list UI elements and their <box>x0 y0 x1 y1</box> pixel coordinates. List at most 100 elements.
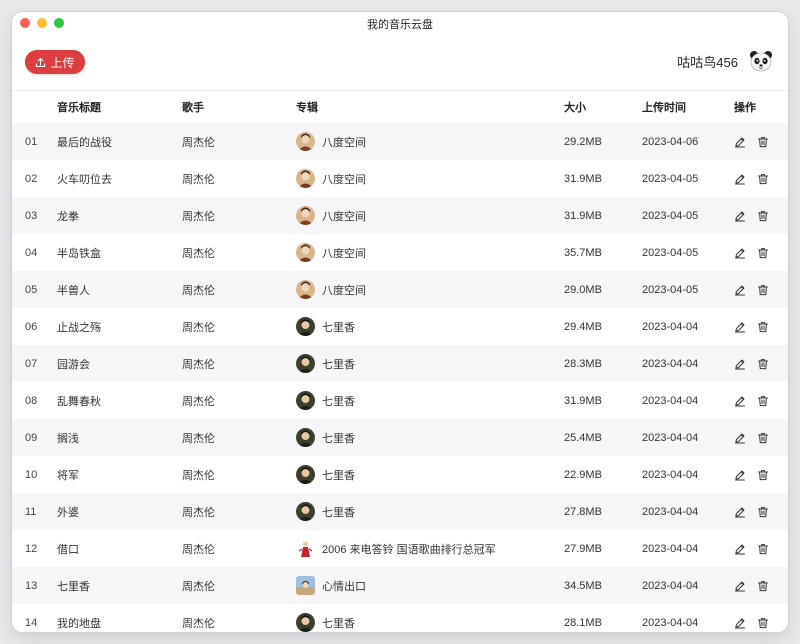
file-size: 35.7MB <box>564 246 602 259</box>
row-number: 13 <box>25 579 38 592</box>
table-row[interactable]: 07 园游会 周杰伦 七里香 28.3MB 2023-04-04 <box>12 345 788 382</box>
trash-icon[interactable] <box>757 173 769 185</box>
header-singer[interactable]: 歌手 <box>182 91 204 123</box>
singer-name: 周杰伦 <box>182 617 215 630</box>
table-row[interactable]: 08 乱舞春秋 周杰伦 七里香 31.9MB 2023-04-04 <box>12 382 788 419</box>
row-number: 05 <box>25 283 38 296</box>
singer-name: 周杰伦 <box>182 136 215 149</box>
trash-icon[interactable] <box>757 506 769 518</box>
edit-icon[interactable] <box>734 543 746 555</box>
title-bar: 我的音乐云盘 <box>12 12 788 34</box>
row-number: 10 <box>25 468 38 481</box>
table-row[interactable]: 06 止战之殇 周杰伦 七里香 29.4MB 2023-04-04 <box>12 308 788 345</box>
trash-icon[interactable] <box>757 543 769 555</box>
singer-name: 周杰伦 <box>182 543 215 556</box>
header-size[interactable]: 大小 <box>564 91 586 123</box>
song-title[interactable]: 将军 <box>57 456 79 493</box>
table-body: 01 最后的战役 周杰伦 八度空间 29.2MB 2023-04-06 02 火… <box>12 123 788 632</box>
window-title: 我的音乐云盘 <box>367 19 433 31</box>
upload-button-label: 上传 <box>50 55 75 70</box>
header-date[interactable]: 上传时间 <box>642 91 686 123</box>
trash-icon[interactable] <box>757 136 769 148</box>
edit-icon[interactable] <box>734 284 746 296</box>
row-number: 12 <box>25 542 38 555</box>
trash-icon[interactable] <box>757 284 769 296</box>
song-title[interactable]: 搁浅 <box>57 419 79 456</box>
song-title[interactable]: 止战之殇 <box>57 308 101 345</box>
song-title[interactable]: 乱舞春秋 <box>57 382 101 419</box>
row-actions <box>734 234 769 271</box>
singer-name: 周杰伦 <box>182 580 215 593</box>
edit-icon[interactable] <box>734 358 746 370</box>
song-title[interactable]: 我的地盘 <box>57 604 101 632</box>
table-row[interactable]: 03 龙拳 周杰伦 八度空间 31.9MB 2023-04-05 <box>12 197 788 234</box>
trash-icon[interactable] <box>757 580 769 592</box>
edit-icon[interactable] <box>734 432 746 444</box>
album-cell: 八度空间 <box>296 271 366 308</box>
edit-icon[interactable] <box>734 173 746 185</box>
trash-icon[interactable] <box>757 432 769 444</box>
table-row[interactable]: 04 半岛铁盒 周杰伦 八度空间 35.7MB 2023-04-05 <box>12 234 788 271</box>
trash-icon[interactable] <box>757 395 769 407</box>
trash-icon[interactable] <box>757 617 769 629</box>
upload-date: 2023-04-04 <box>642 579 699 592</box>
row-actions <box>734 604 769 632</box>
edit-icon[interactable] <box>734 469 746 481</box>
trash-icon[interactable] <box>757 469 769 481</box>
edit-icon[interactable] <box>734 580 746 592</box>
table-row[interactable]: 09 搁浅 周杰伦 七里香 25.4MB 2023-04-04 <box>12 419 788 456</box>
upload-date: 2023-04-05 <box>642 172 699 185</box>
table-row[interactable]: 10 将军 周杰伦 七里香 22.9MB 2023-04-04 <box>12 456 788 493</box>
table-row[interactable]: 02 火车叨位去 周杰伦 八度空间 31.9MB 2023-04-05 <box>12 160 788 197</box>
singer-name: 周杰伦 <box>182 247 215 260</box>
edit-icon[interactable] <box>734 506 746 518</box>
edit-icon[interactable] <box>734 321 746 333</box>
song-title[interactable]: 火车叨位去 <box>57 160 112 197</box>
album-cell: 七里香 <box>296 604 355 632</box>
row-number: 09 <box>25 431 38 444</box>
upload-date: 2023-04-04 <box>642 357 699 370</box>
album-name: 八度空间 <box>322 210 366 223</box>
row-actions <box>734 197 769 234</box>
table-row[interactable]: 05 半兽人 周杰伦 八度空间 29.0MB 2023-04-05 <box>12 271 788 308</box>
album-name: 七里香 <box>322 395 355 408</box>
table-row[interactable]: 12 借口 周杰伦 2006 来电答铃 国语歌曲排行总冠军 27.9MB 202… <box>12 530 788 567</box>
upload-button[interactable]: 上传 <box>25 50 85 74</box>
table-row[interactable]: 14 我的地盘 周杰伦 七里香 28.1MB 2023-04-04 <box>12 604 788 632</box>
song-title[interactable]: 七里香 <box>57 567 90 604</box>
file-size: 29.4MB <box>564 320 602 333</box>
song-title[interactable]: 园游会 <box>57 345 90 382</box>
song-title[interactable]: 龙拳 <box>57 197 79 234</box>
song-title[interactable]: 外婆 <box>57 493 79 530</box>
row-number: 04 <box>25 246 38 259</box>
edit-icon[interactable] <box>734 136 746 148</box>
table-row[interactable]: 13 七里香 周杰伦 心情出口 34.5MB 2023-04-04 <box>12 567 788 604</box>
trash-icon[interactable] <box>757 247 769 259</box>
song-title[interactable]: 半兽人 <box>57 271 90 308</box>
header-album[interactable]: 专辑 <box>296 91 318 123</box>
edit-icon[interactable] <box>734 395 746 407</box>
album-cell: 七里香 <box>296 456 355 493</box>
album-cell: 心情出口 <box>296 567 366 604</box>
panda-avatar[interactable] <box>748 48 774 74</box>
song-title[interactable]: 借口 <box>57 530 79 567</box>
header-title[interactable]: 音乐标题 <box>57 91 101 123</box>
edit-icon[interactable] <box>734 210 746 222</box>
table-row[interactable]: 11 外婆 周杰伦 七里香 27.8MB 2023-04-04 <box>12 493 788 530</box>
album-cover <box>296 132 315 151</box>
album-cover <box>296 206 315 225</box>
song-title[interactable]: 半岛铁盒 <box>57 234 101 271</box>
file-size: 28.3MB <box>564 357 602 370</box>
song-title[interactable]: 最后的战役 <box>57 123 112 160</box>
trash-icon[interactable] <box>757 358 769 370</box>
row-actions <box>734 160 769 197</box>
edit-icon[interactable] <box>734 617 746 629</box>
edit-icon[interactable] <box>734 247 746 259</box>
album-name: 八度空间 <box>322 284 366 297</box>
table-row[interactable]: 01 最后的战役 周杰伦 八度空间 29.2MB 2023-04-06 <box>12 123 788 160</box>
singer-name: 周杰伦 <box>182 321 215 334</box>
album-cell: 七里香 <box>296 382 355 419</box>
album-cover <box>296 317 315 336</box>
trash-icon[interactable] <box>757 321 769 333</box>
trash-icon[interactable] <box>757 210 769 222</box>
